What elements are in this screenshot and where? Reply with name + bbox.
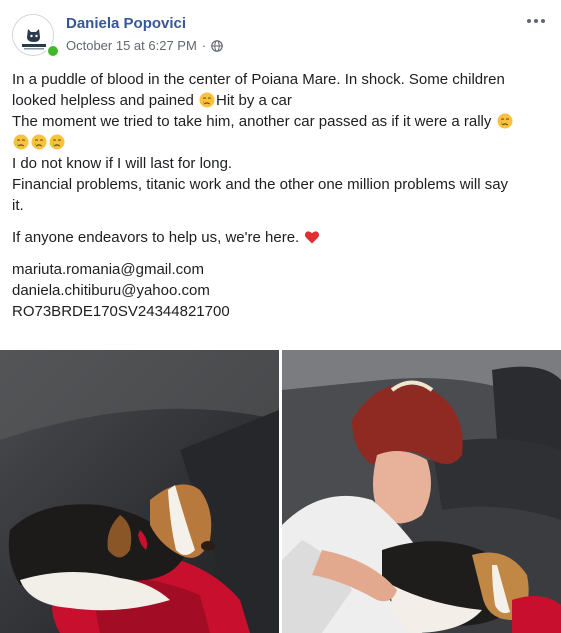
injured-dog-photo[interactable] — [0, 350, 279, 633]
post-header: Daniela Popovici October 15 at 6:27 PM · — [0, 0, 561, 66]
post-line: In a puddle of blood in the center of Po… — [12, 71, 505, 88]
post-line: If anyone endeavors to help us, we're he… — [12, 227, 547, 248]
post-text: In a puddle of blood in the center of Po… — [12, 69, 547, 322]
meta-separator: · — [201, 38, 207, 53]
contact-iban: RO73BRDE170SV24344821700 — [12, 303, 230, 320]
woman-with-dog-in-car-photo[interactable] — [282, 350, 561, 633]
sad-face-emoji — [497, 113, 513, 129]
post-line: I do not know if I will last for long. — [12, 155, 233, 172]
post-line: The moment we tried to take him, another… — [12, 111, 547, 132]
sad-face-emoji — [31, 134, 47, 150]
red-heart-emoji — [305, 231, 320, 244]
post-line: Financial problems, titanic work and the… — [12, 176, 509, 193]
globe-icon[interactable] — [211, 39, 223, 52]
contact-email-1[interactable]: mariuta.romania@gmail.com — [12, 259, 547, 280]
sad-face-emoji — [199, 92, 215, 108]
more-options-icon[interactable] — [525, 12, 547, 30]
post-line — [12, 132, 547, 153]
contact-email-2[interactable]: daniela.chitiburu@yahoo.com — [12, 280, 547, 301]
sad-face-emoji — [49, 134, 65, 150]
post-author-name[interactable]: Daniela Popovici — [66, 15, 186, 32]
online-status-dot — [46, 44, 60, 58]
post-timestamp[interactable]: October 15 at 6:27 PM — [66, 38, 197, 53]
post-meta: October 15 at 6:27 PM · — [66, 38, 223, 53]
post-photos — [0, 350, 561, 633]
post-line: looked helpless and pained Hit by a car — [12, 92, 292, 109]
post-line: it. — [12, 197, 24, 214]
sad-face-emoji — [13, 134, 29, 150]
